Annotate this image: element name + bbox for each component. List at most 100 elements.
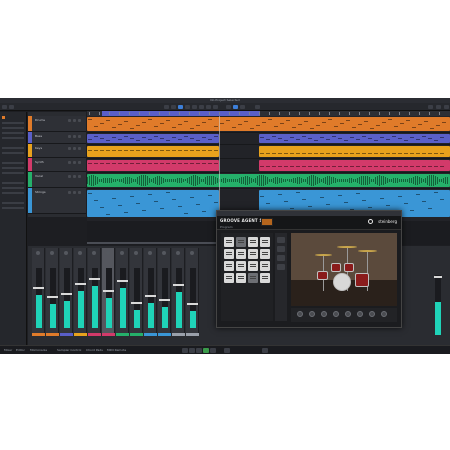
drum-pad[interactable] <box>236 237 246 247</box>
glue-tool-button[interactable] <box>185 105 190 109</box>
metronome-button[interactable] <box>262 348 268 353</box>
record-button[interactable] <box>78 161 81 164</box>
record-button[interactable] <box>78 175 81 178</box>
solo-button[interactable] <box>73 191 76 194</box>
inspector-row[interactable] <box>2 122 24 124</box>
mixer-channel[interactable] <box>116 248 129 336</box>
pan-knob[interactable] <box>50 251 54 255</box>
record-transport-button[interactable] <box>210 348 216 353</box>
solo-button[interactable] <box>73 135 76 138</box>
mute-button[interactable] <box>68 175 71 178</box>
track-header[interactable]: Vocal <box>28 172 86 188</box>
midi-part[interactable] <box>87 146 219 157</box>
midi-part[interactable] <box>259 160 450 171</box>
track-header[interactable]: Keys <box>28 144 86 158</box>
drum-pad[interactable] <box>224 261 234 271</box>
preset-selector[interactable]: Program <box>220 225 233 229</box>
midi-part[interactable] <box>87 134 219 143</box>
inspector-row[interactable] <box>2 162 24 164</box>
tab-editor[interactable]: Editor <box>16 348 25 352</box>
mute-button[interactable] <box>68 135 71 138</box>
mixer-channel[interactable] <box>46 248 59 336</box>
track-header[interactable]: Bass <box>28 132 86 144</box>
mixer-channel[interactable] <box>88 248 101 336</box>
kit-thumbnail[interactable] <box>261 218 273 226</box>
pan-knob[interactable] <box>162 251 166 255</box>
control-knob[interactable] <box>357 311 363 317</box>
volume-fader[interactable] <box>434 276 442 278</box>
drum-pad[interactable] <box>224 273 234 283</box>
hihat-cymbal[interactable] <box>315 254 332 256</box>
ride-cymbal[interactable] <box>358 250 377 252</box>
pan-knob[interactable] <box>64 251 68 255</box>
snap-button[interactable] <box>226 105 231 109</box>
solo-button[interactable] <box>73 175 76 178</box>
tab-midi-remote[interactable]: MIDI Remote <box>107 348 126 352</box>
volume-fader[interactable] <box>117 280 128 283</box>
toggle-right-zone-button[interactable] <box>436 105 441 109</box>
drum-pad[interactable] <box>248 249 258 259</box>
pan-knob[interactable] <box>36 251 40 255</box>
control-knob[interactable] <box>369 311 375 317</box>
drum-pad[interactable] <box>224 249 234 259</box>
pan-knob[interactable] <box>92 251 96 255</box>
midi-part[interactable] <box>87 190 219 217</box>
inspector-row[interactable] <box>2 182 24 184</box>
pan-knob[interactable] <box>78 251 82 255</box>
quantize-button[interactable] <box>240 105 245 109</box>
mixer-channel[interactable] <box>158 248 171 336</box>
forward-button[interactable] <box>189 348 195 353</box>
stop-button[interactable] <box>196 348 202 353</box>
inspector-row[interactable] <box>2 202 24 204</box>
pan-knob[interactable] <box>106 251 110 255</box>
erase-tool-button[interactable] <box>192 105 197 109</box>
inspector-row[interactable] <box>2 147 24 149</box>
mute-button[interactable] <box>68 161 71 164</box>
mute-button[interactable] <box>68 191 71 194</box>
mixer-channel[interactable] <box>32 248 45 336</box>
floor-tom[interactable] <box>355 273 369 287</box>
mixer-channel[interactable] <box>172 248 185 336</box>
track-header[interactable]: Synth <box>28 158 86 172</box>
pan-knob[interactable] <box>176 251 180 255</box>
color-button[interactable] <box>255 105 260 109</box>
constrain-delay-button[interactable] <box>9 105 14 109</box>
inspector-row[interactable] <box>2 137 24 139</box>
midi-part[interactable] <box>87 117 450 131</box>
pan-knob[interactable] <box>148 251 152 255</box>
tom-drum[interactable] <box>344 263 354 272</box>
mixer-channel[interactable] <box>60 248 73 336</box>
drum-pad[interactable] <box>248 273 258 283</box>
volume-fader[interactable] <box>47 296 58 298</box>
rewind-button[interactable] <box>182 348 188 353</box>
pad-tool-button[interactable] <box>277 264 285 270</box>
midi-part[interactable] <box>259 146 450 157</box>
tom-drum[interactable] <box>331 263 341 272</box>
pan-knob[interactable] <box>120 251 124 255</box>
snare-drum[interactable] <box>317 271 328 280</box>
volume-fader[interactable] <box>173 284 184 286</box>
tab-chord-pads[interactable]: Chord Pads <box>86 348 103 352</box>
mixer-channel[interactable] <box>74 248 87 336</box>
groove-agent-window[interactable]: GROOVE AGENT SE 5 Program steinberg <box>216 210 402 328</box>
volume-fader[interactable] <box>33 287 44 289</box>
mute-button[interactable] <box>68 147 71 150</box>
crash-cymbal[interactable] <box>337 246 357 248</box>
volume-fader[interactable] <box>131 302 142 304</box>
control-knob[interactable] <box>381 311 387 317</box>
kick-drum[interactable] <box>333 273 351 291</box>
draw-tool-button[interactable] <box>213 105 218 109</box>
inspector-row[interactable] <box>2 207 24 209</box>
midi-part[interactable] <box>259 134 450 143</box>
mute-button[interactable] <box>68 119 71 122</box>
tab-mixer[interactable]: Mixer <box>4 348 12 352</box>
mixer-channel[interactable] <box>144 248 157 336</box>
mixer-channel[interactable] <box>130 248 143 336</box>
volume-fader[interactable] <box>187 303 198 306</box>
drum-pad[interactable] <box>260 237 270 247</box>
inspector-row[interactable] <box>2 167 24 169</box>
solo-button[interactable] <box>73 119 76 122</box>
control-knob[interactable] <box>345 311 351 317</box>
mixer-channel[interactable] <box>186 248 199 336</box>
control-knob[interactable] <box>309 311 315 317</box>
